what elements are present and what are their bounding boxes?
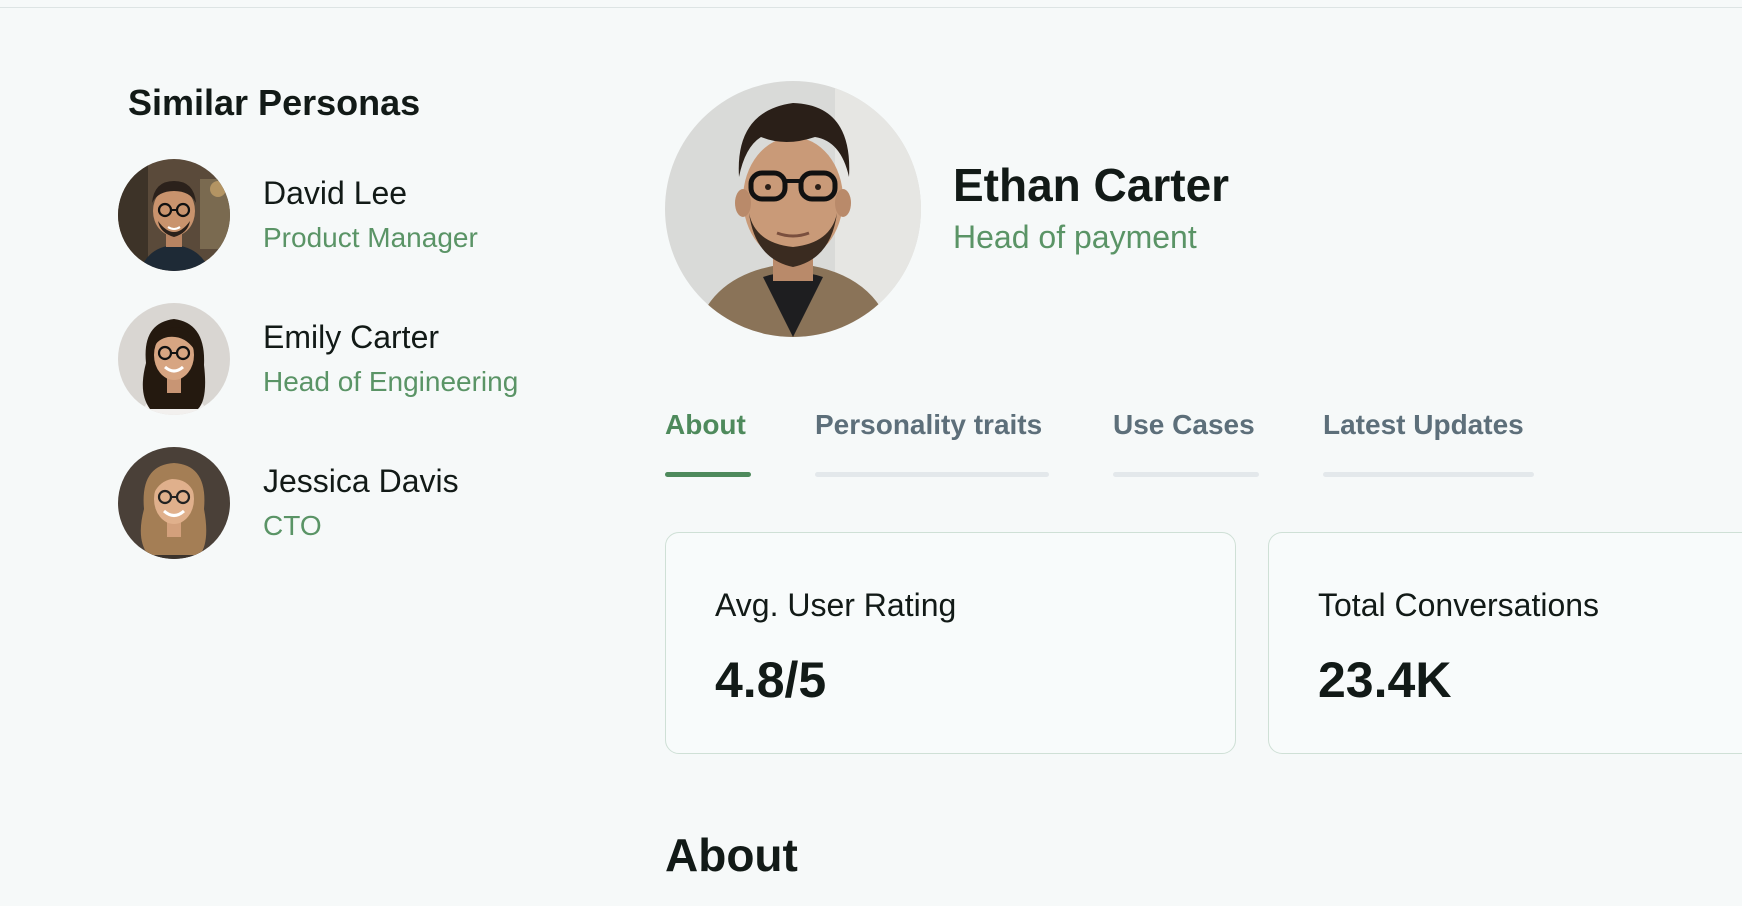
stat-value: 4.8/5 bbox=[715, 652, 827, 708]
tab-latest-updates[interactable]: Latest Updates bbox=[1323, 405, 1534, 477]
stat-card-rating: Avg. User Rating 4.8/5 bbox=[665, 532, 1236, 754]
tab-label: Personality traits bbox=[815, 409, 1043, 440]
profile-name: Ethan Carter bbox=[953, 159, 1230, 211]
stat-value: 23.4K bbox=[1318, 652, 1452, 708]
stat-label: Total Conversations bbox=[1318, 587, 1600, 623]
about-section-title: About bbox=[665, 829, 798, 881]
avatar bbox=[118, 303, 230, 415]
persona-role: Product Manager bbox=[263, 222, 478, 253]
persona-item-david-lee[interactable]: David Lee Product Manager bbox=[118, 159, 578, 272]
top-divider bbox=[0, 7, 1742, 8]
tab-label: Latest Updates bbox=[1323, 409, 1524, 440]
persona-name: Emily Carter bbox=[263, 319, 440, 355]
stat-label: Avg. User Rating bbox=[715, 587, 957, 623]
persona-item-jessica-davis[interactable]: Jessica Davis CTO bbox=[118, 447, 578, 560]
persona-role: CTO bbox=[263, 510, 322, 541]
tab-about[interactable]: About bbox=[665, 405, 751, 477]
persona-role: Head of Engineering bbox=[263, 366, 519, 397]
persona-item-emily-carter[interactable]: Emily Carter Head of Engineering bbox=[118, 303, 578, 416]
avatar bbox=[118, 447, 230, 559]
similar-personas-title: Similar Personas bbox=[128, 82, 421, 123]
persona-name: Jessica Davis bbox=[263, 463, 459, 499]
tab-underline bbox=[1113, 472, 1259, 477]
tab-personality-traits[interactable]: Personality traits bbox=[815, 405, 1049, 477]
tab-use-cases[interactable]: Use Cases bbox=[1113, 405, 1259, 477]
profile-role: Head of payment bbox=[953, 219, 1197, 255]
tab-label: Use Cases bbox=[1113, 409, 1255, 440]
profile-avatar bbox=[665, 81, 921, 337]
avatar bbox=[118, 159, 230, 271]
tab-label: About bbox=[665, 409, 746, 440]
tab-underline bbox=[815, 472, 1049, 477]
tab-underline bbox=[1323, 472, 1534, 477]
tab-underline bbox=[665, 472, 751, 477]
stat-card-conversations: Total Conversations 23.4K bbox=[1268, 532, 1742, 754]
persona-name: David Lee bbox=[263, 175, 408, 211]
